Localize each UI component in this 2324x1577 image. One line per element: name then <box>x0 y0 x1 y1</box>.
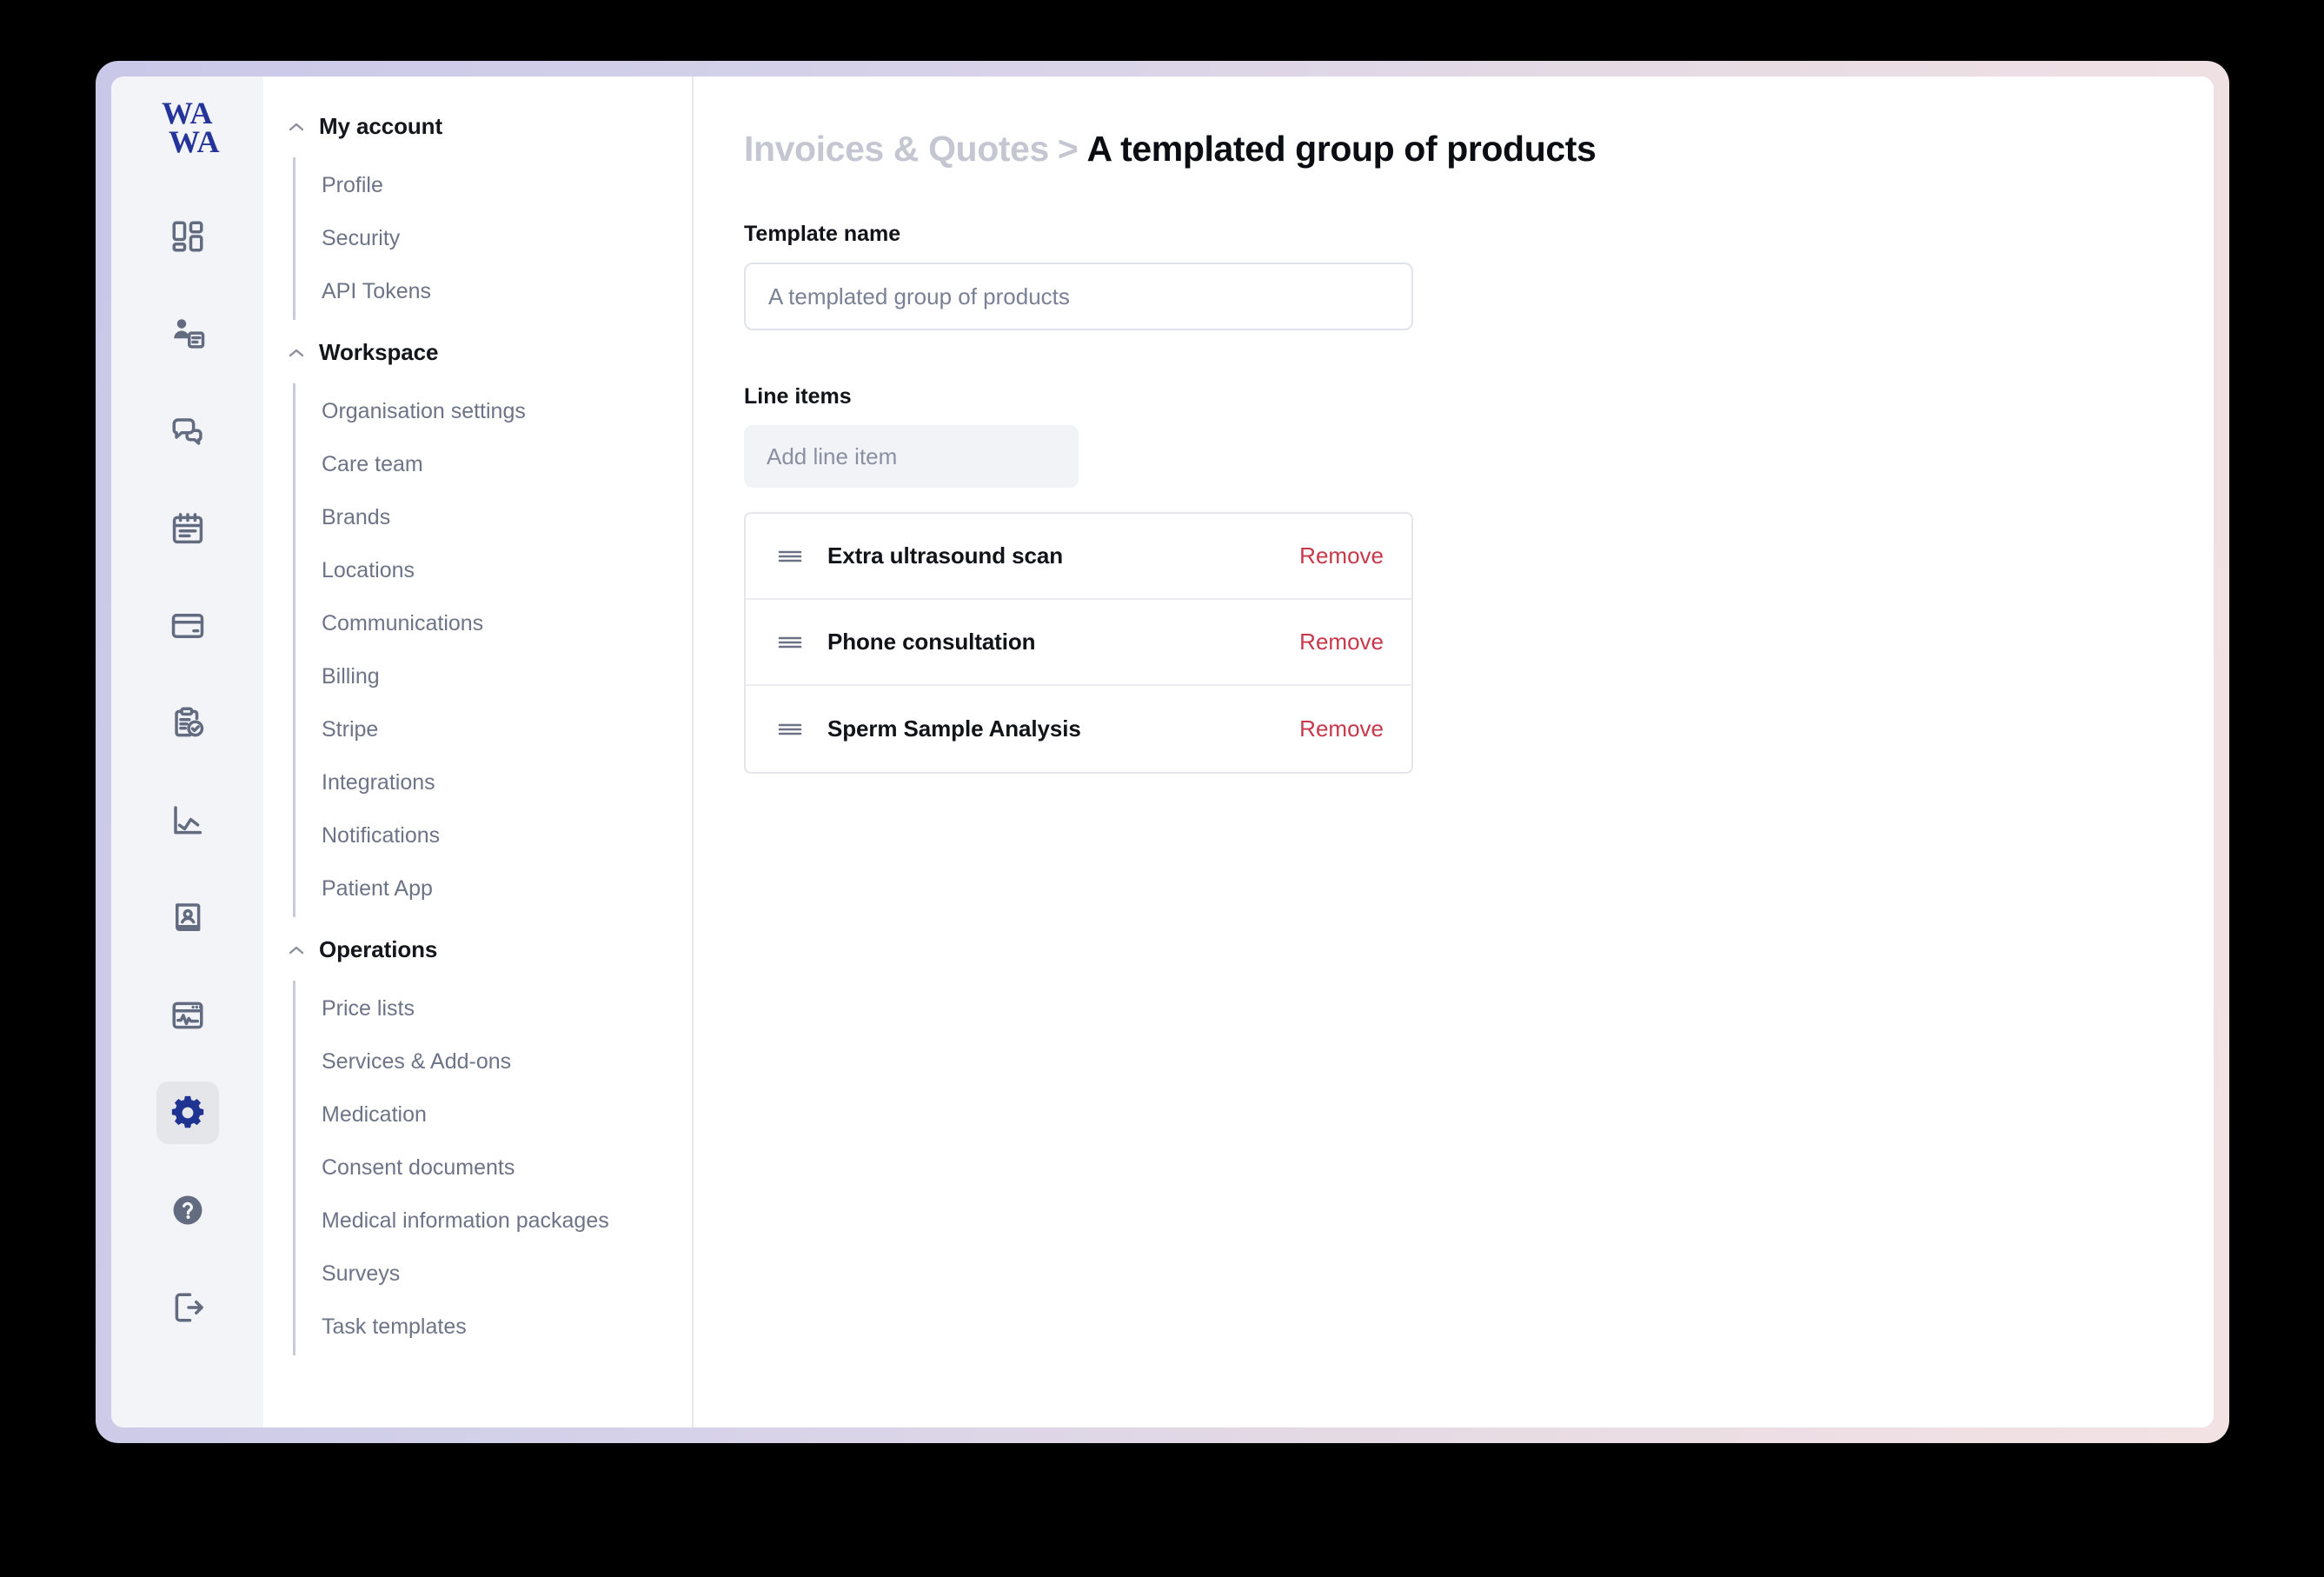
help-circle-icon <box>169 1192 206 1228</box>
rail-item-analytics[interactable] <box>156 789 219 852</box>
rail-item-help[interactable] <box>156 1179 219 1241</box>
line-item-name: Phone consultation <box>827 629 1299 655</box>
sidebar-item-communications[interactable]: Communications <box>295 597 692 650</box>
sidebar-item-security[interactable]: Security <box>295 212 692 265</box>
template-name-input[interactable] <box>744 263 1413 330</box>
sidebar-item-api-tokens[interactable]: API Tokens <box>295 265 692 318</box>
page-title: A templated group of products <box>1086 129 1596 169</box>
rail-item-patient-record[interactable] <box>156 303 219 365</box>
sidebar-item-stripe[interactable]: Stripe <box>295 703 692 756</box>
line-item-name: Extra ultrasound scan <box>827 542 1299 569</box>
template-name-field-group: Template name <box>744 222 2214 330</box>
nav-section-header-my-account[interactable]: My account <box>263 103 692 150</box>
icon-rail: WA WA <box>111 77 263 1427</box>
sidebar-item-integrations[interactable]: Integrations <box>295 756 692 809</box>
nav-section-my-account: My account Profile Security API Tokens <box>263 103 692 320</box>
nav-section-title: Workspace <box>319 339 438 366</box>
sidebar-item-organisation-settings[interactable]: Organisation settings <box>295 385 692 438</box>
sidebar-item-billing[interactable]: Billing <box>295 650 692 703</box>
logout-icon <box>169 1289 206 1326</box>
sidebar-item-care-team[interactable]: Care team <box>295 438 692 491</box>
settings-nav-panel: My account Profile Security API Tokens W… <box>263 77 694 1427</box>
rail-item-monitoring[interactable] <box>156 984 219 1047</box>
add-line-item-input[interactable] <box>744 425 1079 488</box>
rail-item-contacts[interactable] <box>156 887 219 949</box>
patient-record-icon <box>169 316 206 352</box>
line-item-name: Sperm Sample Analysis <box>827 715 1299 742</box>
rail-item-settings[interactable] <box>156 1081 219 1144</box>
brand-logo: WA WA <box>111 99 263 156</box>
tasks-clipboard-icon <box>169 705 206 742</box>
monitoring-window-icon <box>169 997 206 1034</box>
sidebar-item-services-and-addons[interactable]: Services & Add-ons <box>295 1035 692 1088</box>
template-name-label: Template name <box>744 222 2214 247</box>
table-row: Phone consultation Remove <box>746 600 1411 686</box>
drag-handle-icon[interactable] <box>775 628 805 657</box>
drag-handle-icon[interactable] <box>775 715 805 744</box>
calendar-icon <box>169 510 206 547</box>
sidebar-item-consent-documents[interactable]: Consent documents <box>295 1141 692 1194</box>
rail-item-calendar[interactable] <box>156 497 219 560</box>
rail-item-dashboard[interactable] <box>156 205 219 268</box>
sidebar-item-patient-app[interactable]: Patient App <box>295 862 692 915</box>
breadcrumb: Invoices & Quotes>A templated group of p… <box>744 129 2214 170</box>
chevron-up-icon <box>288 348 305 358</box>
analytics-chart-icon <box>169 802 206 839</box>
nav-sub-list-operations: Price lists Services & Add-ons Medicatio… <box>293 981 692 1355</box>
app-window-frame: WA WA <box>96 61 2229 1443</box>
sidebar-item-brands[interactable]: Brands <box>295 491 692 544</box>
breadcrumb-separator: > <box>1058 129 1079 169</box>
chevron-up-icon <box>288 122 305 132</box>
settings-gear-icon <box>169 1094 207 1132</box>
messages-icon <box>169 413 206 449</box>
rail-item-tasks[interactable] <box>156 692 219 755</box>
table-row: Extra ultrasound scan Remove <box>746 514 1411 600</box>
remove-line-item-button[interactable]: Remove <box>1299 629 1384 655</box>
dashboard-icon <box>169 218 206 255</box>
rail-item-logout[interactable] <box>156 1276 219 1339</box>
sidebar-item-surveys[interactable]: Surveys <box>295 1248 692 1301</box>
sidebar-item-medical-information-packages[interactable]: Medical information packages <box>295 1194 692 1248</box>
remove-line-item-button[interactable]: Remove <box>1299 542 1384 569</box>
sidebar-item-notifications[interactable]: Notifications <box>295 809 692 862</box>
nav-sub-list-workspace: Organisation settings Care team Brands L… <box>293 383 692 917</box>
rail-item-messages[interactable] <box>156 400 219 462</box>
sidebar-item-medication[interactable]: Medication <box>295 1088 692 1141</box>
app-window-body: WA WA <box>111 77 2214 1427</box>
payments-card-icon <box>169 608 206 644</box>
line-items-list: Extra ultrasound scan Remove Phone consu… <box>744 512 1413 774</box>
line-items-section: Line items Extra ultrasound scan Remov <box>744 384 2214 774</box>
nav-section-operations: Operations Price lists Services & Add-on… <box>263 926 692 1355</box>
nav-section-header-operations[interactable]: Operations <box>263 926 692 974</box>
remove-line-item-button[interactable]: Remove <box>1299 715 1384 742</box>
drag-handle-icon[interactable] <box>775 542 805 571</box>
sidebar-item-locations[interactable]: Locations <box>295 544 692 597</box>
sidebar-item-profile[interactable]: Profile <box>295 159 692 212</box>
nav-section-header-workspace[interactable]: Workspace <box>263 329 692 376</box>
nav-sub-list-my-account: Profile Security API Tokens <box>293 157 692 320</box>
nav-section-title: Operations <box>319 936 437 963</box>
rail-item-payments[interactable] <box>156 595 219 657</box>
nav-section-title: My account <box>319 113 442 140</box>
brand-logo-line-2: WA <box>111 128 263 156</box>
line-items-label: Line items <box>744 384 2214 409</box>
sidebar-item-task-templates[interactable]: Task templates <box>295 1301 692 1354</box>
table-row: Sperm Sample Analysis Remove <box>746 686 1411 772</box>
sidebar-item-price-lists[interactable]: Price lists <box>295 982 692 1035</box>
nav-section-workspace: Workspace Organisation settings Care tea… <box>263 329 692 917</box>
chevron-up-icon <box>288 945 305 955</box>
main-content: Invoices & Quotes>A templated group of p… <box>694 77 2214 1427</box>
contacts-book-icon <box>169 900 206 936</box>
breadcrumb-parent[interactable]: Invoices & Quotes <box>744 129 1049 169</box>
